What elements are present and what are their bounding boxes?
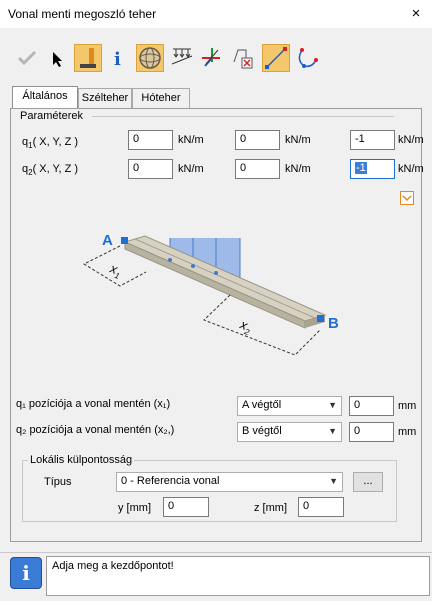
q2-position-label: q₂ pozíciója a vonal mentén (x₂,) [16, 424, 175, 436]
z-input[interactable]: 0 [298, 497, 344, 517]
remove-icon[interactable] [228, 44, 256, 72]
y-input[interactable]: 0 [163, 497, 209, 517]
q1-z-unit: kN/m [398, 134, 424, 146]
axis-icon[interactable] [198, 44, 226, 72]
info-icon[interactable]: i [104, 44, 132, 72]
load-distribution-icon[interactable] [168, 44, 196, 72]
q1-z-input[interactable]: -1 [350, 130, 395, 150]
q2-z-unit: kN/m [398, 163, 424, 175]
curve-tool-icon[interactable] [294, 44, 322, 72]
point-a-label: A [102, 232, 113, 249]
tab-hoteher[interactable]: Hóteher [132, 88, 190, 108]
tab-altalanos[interactable]: Általános [12, 86, 78, 109]
tab-szelteher[interactable]: Szélteher [78, 88, 132, 108]
q1-y-unit: kN/m [285, 134, 311, 146]
q1-label: q1( X, Y, Z ) [22, 136, 79, 151]
beam-diagram [82, 235, 327, 356]
q1-position-unit: mm [398, 400, 417, 412]
q1-x-input[interactable]: 0 [128, 130, 173, 150]
q1-position-label: q₁ pozíciója a vonal mentén (x₁) [16, 398, 171, 410]
q2-z-input[interactable]: -1 [350, 159, 395, 179]
q1-position-input[interactable]: 0 [349, 396, 394, 416]
q2-position-input[interactable]: 0 [349, 422, 394, 442]
window-title: Vonal menti megoszló teher [8, 7, 157, 21]
q1-x-unit: kN/m [178, 134, 204, 146]
q2-label: q2( X, Y, Z ) [22, 163, 79, 178]
q2-position-select[interactable]: B végtől ▼ [237, 422, 342, 442]
close-icon[interactable]: × [404, 2, 428, 26]
z-label: z [mm] [254, 502, 287, 514]
expand-icon[interactable] [400, 191, 414, 205]
y-label: y [mm] [118, 502, 151, 514]
q2-x-input[interactable]: 0 [128, 159, 173, 179]
status-message: Adja meg a kezdőpontot! [52, 560, 174, 572]
q1-position-select[interactable]: A végtől ▼ [237, 396, 342, 416]
type-select[interactable]: 0 - Referencia vonal ▼ [116, 472, 343, 492]
type-label: Típus [44, 476, 72, 488]
pointer-icon[interactable] [44, 44, 72, 72]
q1-y-input[interactable]: 0 [235, 130, 280, 150]
sphere-icon[interactable] [136, 44, 164, 72]
beam-load-icon[interactable] [74, 44, 102, 72]
svg-text:i: i [114, 49, 121, 70]
line-tool-icon[interactable] [262, 44, 290, 72]
chevron-down-icon: ▼ [328, 426, 337, 436]
chevron-down-icon: ▼ [328, 400, 337, 410]
q2-y-input[interactable]: 0 [235, 159, 280, 179]
chevron-down-icon: ▼ [329, 476, 338, 486]
q2-x-unit: kN/m [178, 163, 204, 175]
parameters-legend: Paraméterek [18, 110, 85, 122]
q2-y-unit: kN/m [285, 163, 311, 175]
q2-position-unit: mm [398, 426, 417, 438]
check-icon[interactable] [13, 44, 41, 72]
more-button[interactable]: ... [353, 472, 383, 492]
info-status-icon: i [10, 557, 42, 589]
eccentricity-legend: Lokális külpontosság [28, 454, 135, 466]
point-b-label: B [328, 315, 339, 332]
parameters-divider [92, 116, 394, 117]
